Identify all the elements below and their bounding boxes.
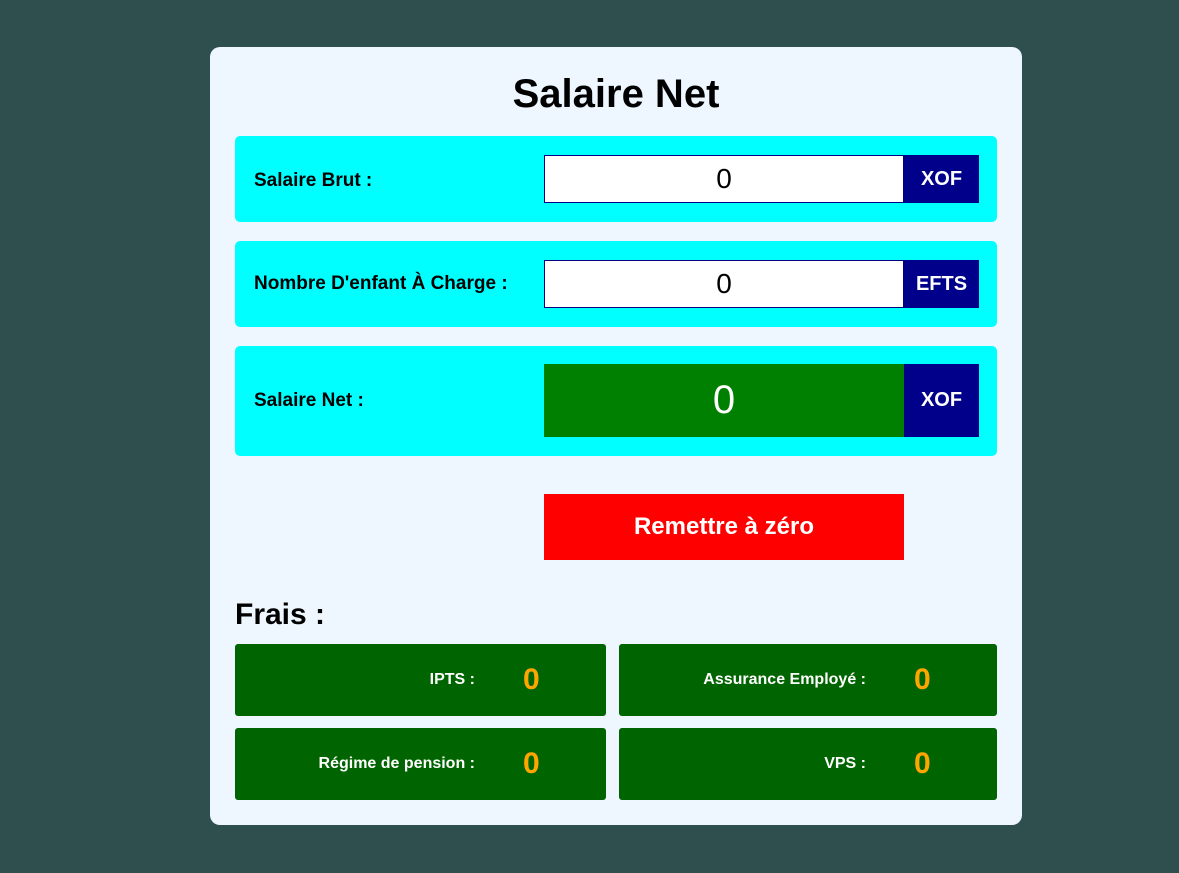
children-input[interactable] [544,260,904,308]
fee-vps-label: VPS : [824,755,866,772]
gross-salary-input[interactable] [544,155,904,203]
children-row: Nombre D'enfant À Charge : EFTS [235,241,997,327]
fee-ipts: IPTS : 0 [235,644,606,716]
fee-pension-value: 0 [523,747,540,780]
fee-ipts-label: IPTS : [429,671,475,688]
children-unit: EFTS [904,260,979,308]
gross-salary-label: Salaire Brut : [254,170,373,191]
fee-vps-value: 0 [914,747,931,780]
gross-salary-row: Salaire Brut : XOF [235,136,997,222]
net-salary-label: Salaire Net : [254,390,364,411]
net-salary-output: 0 [544,364,904,437]
fee-employee-insurance-value: 0 [914,663,931,696]
fee-pension-label: Régime de pension : [318,755,475,772]
fee-ipts-value: 0 [523,663,540,696]
fees-title: Frais : [235,598,326,631]
fee-employee-insurance-label: Assurance Employé : [703,671,866,688]
children-label: Nombre D'enfant À Charge : [254,273,508,294]
fee-pension: Régime de pension : 0 [235,728,606,800]
fee-vps: VPS : 0 [619,728,997,800]
fee-employee-insurance: Assurance Employé : 0 [619,644,997,716]
page-title: Salaire Net [512,72,720,116]
net-salary-unit: XOF [904,364,979,437]
gross-salary-unit: XOF [904,155,979,203]
net-salary-row: Salaire Net : 0 XOF [235,346,997,456]
reset-button[interactable]: Remettre à zéro [544,494,904,560]
